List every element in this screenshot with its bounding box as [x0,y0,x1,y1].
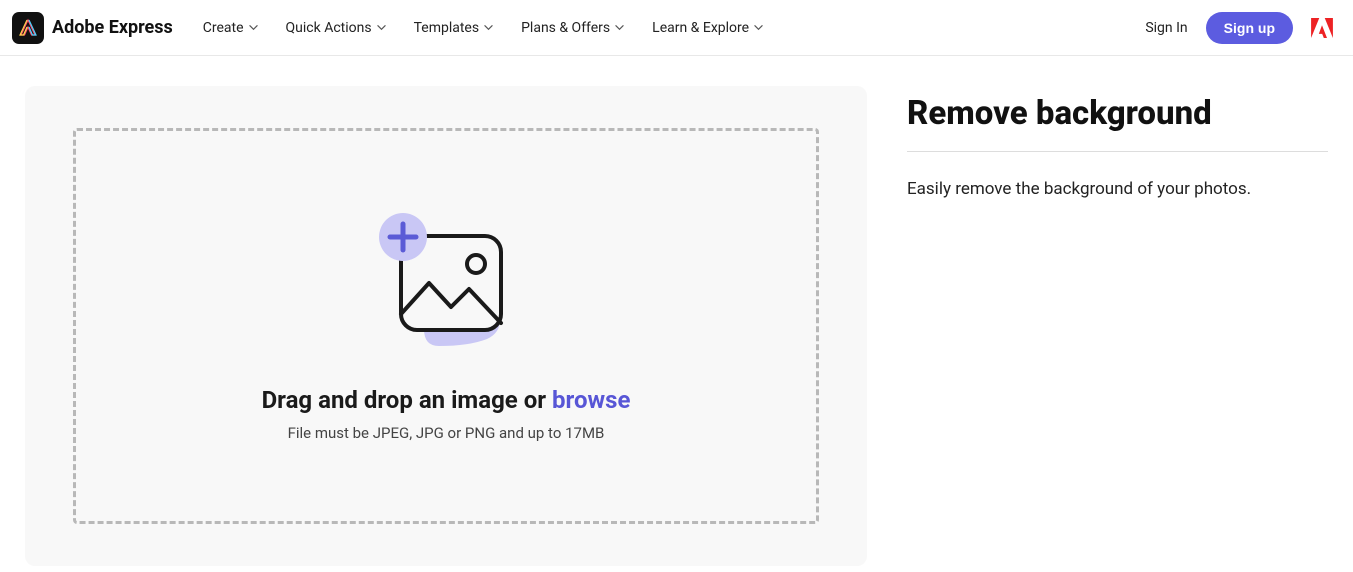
header-actions: Sign In Sign up [1145,12,1333,44]
nav-learn[interactable]: Learn & Explore [652,20,763,36]
chevron-down-icon [377,20,386,36]
nav-templates[interactable]: Templates [414,20,494,36]
nav-quick-actions[interactable]: Quick Actions [286,20,386,36]
nav-learn-label: Learn & Explore [652,20,749,36]
nav-templates-label: Templates [414,20,480,36]
app-header: Adobe Express Create Quick Actions Templ… [0,0,1353,56]
chevron-down-icon [615,20,624,36]
main-nav: Create Quick Actions Templates Plans & O… [203,20,1146,36]
drop-zone-title: Drag and drop an image or browse [262,386,631,414]
browse-link[interactable]: browse [552,386,630,414]
nav-quick-actions-label: Quick Actions [286,20,372,36]
page-description: Easily remove the background of your pho… [907,177,1328,203]
nav-plans[interactable]: Plans & Offers [521,20,624,36]
info-panel: Remove background Easily remove the back… [907,86,1328,566]
chevron-down-icon [754,20,763,36]
brand-name: Adobe Express [52,17,173,38]
chevron-down-icon [249,20,258,36]
sign-in-link[interactable]: Sign In [1145,20,1187,36]
adobe-express-logo-icon [12,12,44,44]
nav-create-label: Create [203,20,244,36]
page-title: Remove background [907,94,1328,152]
drop-zone-subtitle: File must be JPEG, JPG or PNG and up to … [288,424,605,442]
main-content: Drag and drop an image or browse File mu… [0,56,1353,566]
nav-create[interactable]: Create [203,20,258,36]
nav-plans-label: Plans & Offers [521,20,610,36]
upload-panel: Drag and drop an image or browse File mu… [25,86,867,566]
drop-title-prefix: Drag and drop an image or [262,386,552,414]
brand-logo-group[interactable]: Adobe Express [12,12,173,44]
upload-image-icon [369,211,524,356]
drop-zone[interactable]: Drag and drop an image or browse File mu… [73,128,819,524]
adobe-logo-icon[interactable] [1311,18,1333,38]
sign-up-button[interactable]: Sign up [1206,12,1293,44]
chevron-down-icon [484,20,493,36]
